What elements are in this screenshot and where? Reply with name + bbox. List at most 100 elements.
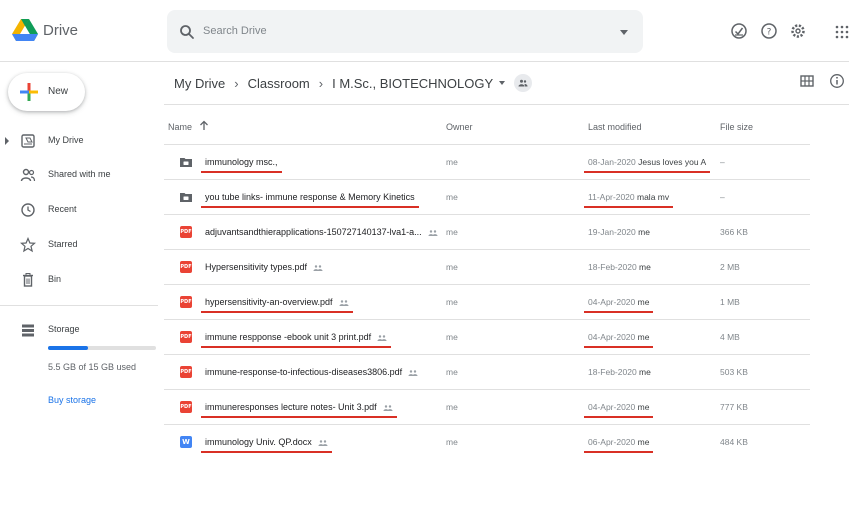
buy-storage-link[interactable]: Buy storage	[48, 395, 96, 405]
app-name[interactable]: Drive	[43, 22, 78, 39]
annotation-underline	[584, 311, 654, 313]
sidebar-item-storage[interactable]: Storage	[0, 318, 158, 342]
help-icon[interactable]: ?	[760, 22, 778, 40]
sidebar-item-label: Recent	[48, 204, 77, 214]
file-last-modified: 04-Apr-2020 me	[588, 332, 649, 342]
file-name[interactable]: hypersensitivity-an-overview.pdf	[205, 297, 349, 307]
modified-date: 19-Jan-2020	[588, 227, 636, 237]
file-size: 1 MB	[720, 297, 740, 307]
file-owner: me	[446, 262, 458, 272]
search-options-icon[interactable]	[618, 27, 630, 37]
file-name[interactable]: immuneresponses lecture notes- Unit 3.pd…	[205, 402, 393, 412]
star-icon	[20, 237, 36, 253]
annotation-underline	[584, 171, 711, 173]
file-row[interactable]: PDF immuneresponses lecture notes- Unit 3…	[164, 389, 810, 424]
file-row[interactable]: PDF immune-response-to-infectious-disease…	[164, 354, 810, 389]
file-row[interactable]: immunology msc., me 08-Jan-2020 Jesus love…	[164, 144, 810, 179]
sidebar-item-label: My Drive	[48, 135, 84, 145]
apps-grid-icon[interactable]	[835, 22, 849, 40]
sidebar-item-shared-with-me[interactable]: Shared with me	[0, 163, 158, 187]
file-row[interactable]: PDF adjuvantsandthierapplications-1507271…	[164, 214, 810, 249]
file-row[interactable]: PDF hypersensitivity-an-overview.pdf me 04-…	[164, 284, 810, 319]
file-row[interactable]: you tube links- immune response & Memory…	[164, 179, 810, 214]
file-name-text: hypersensitivity-an-overview.pdf	[205, 297, 333, 307]
modified-by: Jesus loves you A	[638, 157, 707, 167]
shared-people-icon	[339, 299, 349, 306]
modified-date: 11-Apr-2020	[588, 192, 635, 202]
file-name[interactable]: Hypersensitivity types.pdf	[205, 262, 323, 272]
breadcrumb-my-drive[interactable]: My Drive	[174, 76, 225, 91]
file-last-modified: 06-Apr-2020 me	[588, 437, 649, 447]
word-document-icon: W	[180, 436, 192, 448]
file-owner: me	[446, 227, 458, 237]
modified-by: me	[639, 367, 651, 377]
file-name[interactable]: you tube links- immune response & Memory…	[205, 192, 415, 202]
shared-with-me-icon	[20, 168, 36, 182]
new-button-label: New	[48, 86, 69, 97]
file-owner: me	[446, 192, 458, 202]
file-owner: me	[446, 297, 458, 307]
expand-arrow-icon[interactable]	[5, 137, 9, 145]
file-name[interactable]: adjuvantsandthierapplications-1507271401…	[205, 227, 438, 237]
sidebar-item-bin[interactable]: Bin	[0, 268, 158, 292]
grid-view-icon[interactable]	[799, 73, 815, 89]
sidebar-item-label: Bin	[48, 274, 62, 284]
info-icon[interactable]	[829, 73, 845, 89]
file-name-text: immune respponse -ebook unit 3 print.pdf	[205, 332, 372, 342]
sort-ascending-arrow-icon[interactable]	[199, 120, 209, 131]
file-last-modified: 08-Jan-2020 Jesus loves you A	[588, 157, 706, 167]
sidebar-item-label: Shared with me	[48, 169, 111, 179]
column-header-name[interactable]: Name	[168, 122, 192, 132]
file-name-text: adjuvantsandthierapplications-1507271401…	[205, 227, 422, 237]
shared-folder-icon[interactable]	[514, 74, 533, 92]
modified-by: me	[639, 262, 651, 272]
shared-people-icon	[428, 229, 438, 236]
file-name[interactable]: immunology msc.,	[205, 157, 278, 167]
top-bar: Drive ?	[0, 0, 849, 62]
modified-date: 04-Apr-2020	[588, 297, 636, 307]
file-size: 366 KB	[720, 227, 748, 237]
offline-status-icon[interactable]	[730, 22, 748, 40]
folder-menu-caret-icon[interactable]	[499, 81, 506, 85]
settings-gear-icon[interactable]	[789, 22, 807, 40]
column-header-last-modified[interactable]: Last modified	[588, 122, 642, 132]
file-name-text: Hypersensitivity types.pdf	[205, 262, 308, 272]
breadcrumb-divider	[164, 104, 849, 105]
annotation-underline	[584, 206, 674, 208]
sidebar-item-starred[interactable]: Starred	[0, 233, 158, 257]
file-name[interactable]: immunology Univ. QP.docx	[205, 437, 328, 447]
pdf-file-icon: PDF	[180, 296, 192, 308]
chevron-right-icon: ›	[234, 75, 239, 91]
column-header-file-size[interactable]: File size	[720, 122, 753, 132]
shared-people-icon	[377, 334, 387, 341]
file-row[interactable]: PDF immune respponse -ebook unit 3 print.…	[164, 319, 810, 354]
file-row[interactable]: Wimmunology Univ. QP.docx me 06-Apr-2020 m…	[164, 424, 810, 459]
file-name[interactable]: immune-response-to-infectious-diseases38…	[205, 367, 418, 377]
search-icon[interactable]	[179, 24, 195, 40]
file-row[interactable]: PDF Hypersensitivity types.pdf me 18-Feb-20…	[164, 249, 810, 284]
annotation-underline	[201, 416, 397, 418]
file-last-modified: 04-Apr-2020 me	[588, 402, 649, 412]
breadcrumb-current-folder[interactable]: I M.Sc., BIOTECHNOLOGY	[332, 76, 493, 91]
modified-date: 18-Feb-2020	[588, 262, 637, 272]
svg-text:?: ?	[767, 28, 772, 38]
plus-icon	[20, 83, 38, 101]
sidebar-item-recent[interactable]: Recent	[0, 198, 158, 222]
breadcrumb-classroom[interactable]: Classroom	[248, 76, 310, 91]
file-name-text: immunology Univ. QP.docx	[205, 437, 312, 447]
file-owner: me	[446, 402, 458, 412]
search-box[interactable]	[167, 10, 643, 53]
file-owner: me	[446, 437, 458, 447]
annotation-underline	[201, 206, 419, 208]
file-size: 4 MB	[720, 332, 740, 342]
folder-icon	[180, 191, 192, 203]
search-input[interactable]	[203, 21, 583, 41]
new-button[interactable]: New	[8, 73, 85, 111]
file-name[interactable]: immune respponse -ebook unit 3 print.pdf	[205, 332, 387, 342]
drive-logo-icon[interactable]	[12, 19, 38, 41]
column-header-owner[interactable]: Owner	[446, 122, 473, 132]
storage-icon	[22, 324, 34, 337]
modified-date: 08-Jan-2020	[588, 157, 636, 167]
sidebar-item-my-drive[interactable]: My Drive	[0, 129, 158, 153]
shared-people-icon	[313, 264, 323, 271]
